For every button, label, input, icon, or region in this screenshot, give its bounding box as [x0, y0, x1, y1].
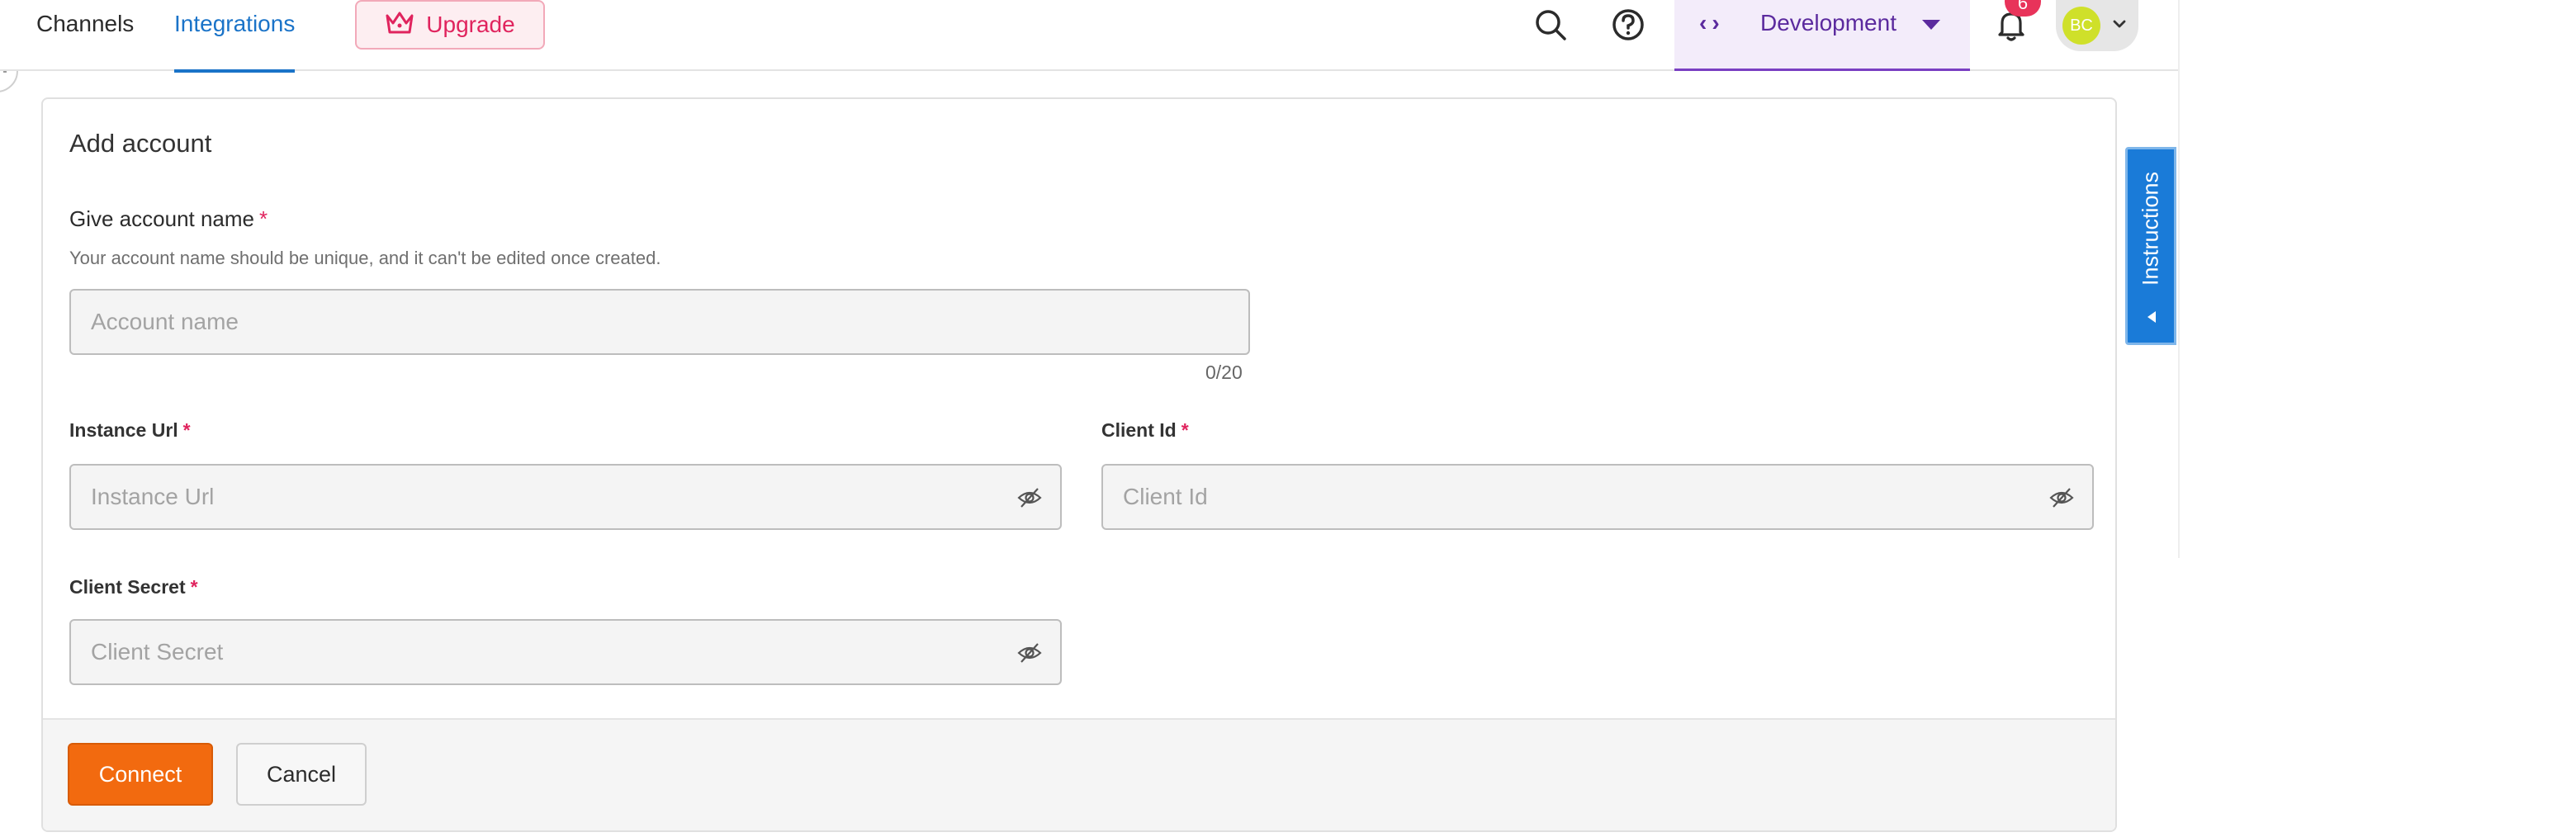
eye-off-icon[interactable]: [1017, 641, 1042, 665]
account-name-input[interactable]: [71, 291, 1248, 353]
user-menu[interactable]: BC: [2056, 0, 2138, 51]
upgrade-button[interactable]: Upgrade: [355, 0, 545, 50]
instance-url-label-text: Instance Url: [69, 419, 178, 441]
character-counter: 0/20: [1205, 362, 1243, 383]
client-secret-field[interactable]: [69, 619, 1062, 685]
instance-url-label: Instance Url *: [69, 419, 191, 442]
add-account-card: Add account Give account name * Your acco…: [41, 97, 2117, 832]
client-secret-label: Client Secret *: [69, 576, 198, 598]
tab-channels[interactable]: Channels: [36, 0, 134, 71]
client-secret-label-text: Client Secret: [69, 576, 186, 598]
required-marker: *: [1181, 419, 1189, 441]
page: Channels Integrations Upgrade ‹› Develop…: [0, 0, 2576, 837]
account-name-field[interactable]: [69, 289, 1250, 355]
required-marker: *: [259, 206, 268, 231]
eye-off-icon[interactable]: [2049, 485, 2074, 510]
search-button[interactable]: [1532, 7, 1569, 43]
instructions-label: Instructions: [2138, 171, 2163, 286]
account-name-hint: Your account name should be unique, and …: [69, 248, 661, 268]
account-name-label: Give account name *: [69, 206, 268, 232]
chevron-down-icon: [1922, 20, 1940, 30]
crown-icon: [385, 9, 414, 41]
search-icon: [1536, 10, 1566, 40]
instance-url-field[interactable]: [69, 464, 1062, 530]
card-title: Add account: [69, 129, 212, 158]
client-id-input[interactable]: [1103, 466, 2092, 528]
eye-off-icon[interactable]: [1017, 485, 1042, 510]
top-navigation: Channels Integrations Upgrade ‹› Develop…: [0, 0, 2180, 73]
code-icon: ‹›: [1699, 10, 1725, 35]
upgrade-label: Upgrade: [426, 12, 515, 37]
help-button[interactable]: [1610, 7, 1646, 43]
help-circle-icon: [1612, 9, 1644, 40]
avatar: BC: [2062, 7, 2100, 45]
client-secret-input[interactable]: [71, 621, 1060, 683]
client-id-label-text: Client Id: [1101, 419, 1177, 441]
chevron-down-icon: [2110, 15, 2129, 33]
required-marker: *: [190, 576, 198, 598]
instance-url-input[interactable]: [71, 466, 1060, 528]
chevron-left-icon: [2147, 311, 2156, 323]
cancel-button[interactable]: Cancel: [236, 743, 367, 806]
card-footer: Connect Cancel: [43, 718, 2115, 830]
tab-integrations[interactable]: Integrations: [174, 0, 296, 73]
account-name-label-text: Give account name: [69, 206, 255, 231]
environment-label: Development: [1760, 10, 1896, 35]
divider: [2178, 0, 2180, 558]
instructions-tab[interactable]: Instructions: [2125, 147, 2176, 345]
client-id-field[interactable]: [1101, 464, 2094, 530]
client-id-label: Client Id *: [1101, 419, 1189, 442]
environment-select[interactable]: ‹› Development: [1674, 0, 1970, 71]
connect-button[interactable]: Connect: [68, 743, 213, 806]
required-marker: *: [182, 419, 191, 441]
